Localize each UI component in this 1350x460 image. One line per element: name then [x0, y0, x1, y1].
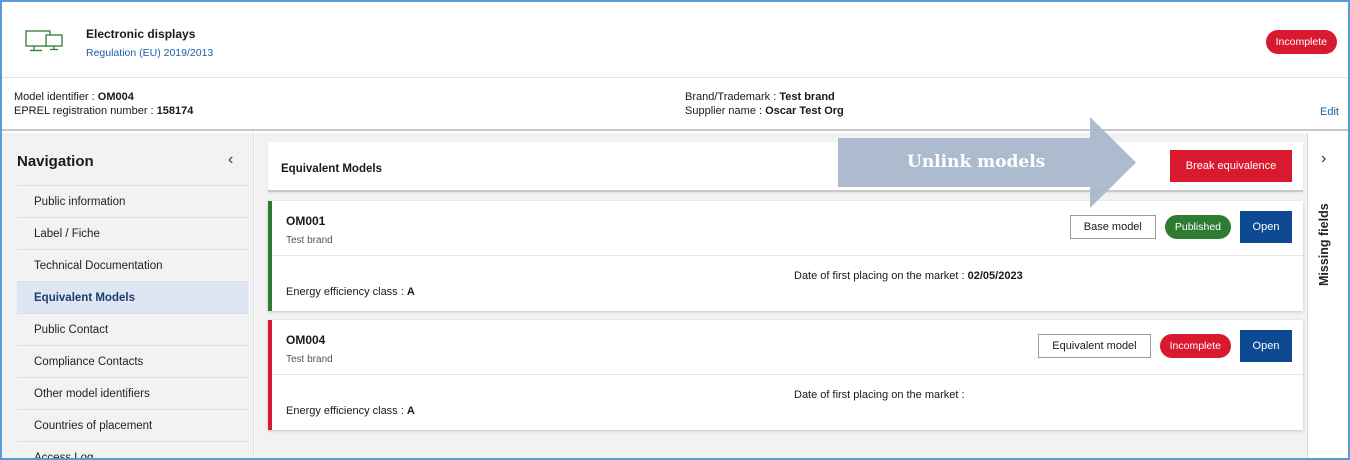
nav-item-label-fiche[interactable]: Label / Fiche [17, 217, 248, 249]
model-identifier-label: Model identifier : [14, 91, 98, 103]
nav-item-equivalent-models[interactable]: Equivalent Models [17, 281, 248, 313]
open-model-button[interactable]: Open [1240, 211, 1292, 243]
model-card-id: OM004 [286, 333, 326, 347]
model-card: OM001 Test brand Base model Published Op… [268, 201, 1303, 311]
energy-class-value: A [406, 286, 415, 298]
energy-class-label: Energy efficiency class : [286, 405, 407, 417]
chevron-right-icon[interactable]: › [1321, 150, 1326, 168]
nav-item-compliance-contacts[interactable]: Compliance Contacts [17, 345, 248, 377]
eprel-number: EPREL registration number : 158174 [14, 105, 193, 117]
eprel-value: 158174 [156, 105, 194, 117]
nav-item-technical-documentation[interactable]: Technical Documentation [17, 249, 248, 281]
model-card-brand: Test brand [286, 354, 333, 365]
placing-date-label: Date of first placing on the market : [794, 270, 968, 282]
missing-fields-label[interactable]: Missing fields [1317, 180, 1337, 290]
supplier-name: Supplier name : Oscar Test Org [685, 105, 844, 117]
model-card-actions: Equivalent model Incomplete Open [1038, 330, 1292, 362]
placing-date: Date of first placing on the market : 02… [794, 270, 1023, 282]
chevron-left-icon[interactable]: ‹ [228, 151, 233, 169]
product-title: Electronic displays [86, 27, 196, 41]
brand-label: Brand/Trademark : [685, 91, 780, 103]
product-header: Electronic displays Regulation (EU) 2019… [2, 2, 1348, 78]
model-role-tag: Equivalent model [1038, 334, 1151, 358]
panel-title: Equivalent Models [281, 163, 382, 175]
nav-item-public-contact[interactable]: Public Contact [17, 313, 248, 345]
supplier-label: Supplier name : [685, 105, 766, 117]
navigation-sidebar: Navigation ‹ Public information Label / … [2, 133, 254, 458]
energy-class: Energy efficiency class : A [286, 405, 415, 417]
navigation-list: Public information Label / Fiche Technic… [17, 185, 248, 458]
model-identifier: Model identifier : OM004 [14, 91, 134, 103]
brand-trademark: Brand/Trademark : Test brand [685, 91, 835, 103]
model-status-badge: Published [1164, 215, 1231, 239]
model-identifier-value: OM004 [97, 91, 134, 103]
regulation-link[interactable]: Regulation (EU) 2019/2013 [86, 47, 213, 59]
nav-item-countries-of-placement[interactable]: Countries of placement [17, 409, 248, 441]
nav-item-public-information[interactable]: Public information [17, 185, 248, 217]
brand-value: Test brand [779, 91, 835, 103]
edit-link[interactable]: Edit [1320, 106, 1339, 118]
app-frame: Electronic displays Regulation (EU) 2019… [0, 0, 1350, 460]
open-model-button[interactable]: Open [1240, 330, 1292, 362]
model-info-bar: Model identifier : OM004 EPREL registrat… [2, 79, 1348, 131]
model-card: OM004 Test brand Equivalent model Incomp… [268, 320, 1303, 430]
missing-fields-rail[interactable]: › Missing fields [1307, 133, 1348, 458]
main-content: Equivalent Models Break equivalence OM00… [255, 133, 1307, 458]
energy-class-label: Energy efficiency class : [286, 286, 407, 298]
monitor-icon [25, 30, 63, 52]
model-card-header: OM004 Test brand Equivalent model Incomp… [272, 320, 1303, 375]
eprel-label: EPREL registration number : [14, 105, 157, 117]
product-status-badge: Incomplete [1265, 30, 1337, 54]
energy-class: Energy efficiency class : A [286, 286, 415, 298]
model-card-header: OM001 Test brand Base model Published Op… [272, 201, 1303, 256]
supplier-value: Oscar Test Org [765, 105, 844, 117]
placing-date: Date of first placing on the market : [794, 389, 965, 401]
nav-item-other-model-identifiers[interactable]: Other model identifiers [17, 377, 248, 409]
nav-item-access-log[interactable]: Access Log [17, 441, 248, 458]
model-card-brand: Test brand [286, 235, 333, 246]
placing-date-value: 02/05/2023 [967, 270, 1023, 282]
placing-date-label: Date of first placing on the market : [794, 389, 965, 401]
model-card-id: OM001 [286, 214, 326, 228]
callout-text: Unlink models [907, 152, 1046, 172]
energy-class-value: A [406, 405, 415, 417]
navigation-title: Navigation [17, 153, 94, 170]
missing-fields-text: Missing fields [1317, 203, 1331, 286]
model-status-badge: Incomplete [1159, 334, 1231, 358]
model-card-actions: Base model Published Open [1069, 211, 1292, 243]
equivalent-models-header: Equivalent Models Break equivalence [268, 142, 1303, 192]
break-equivalence-button[interactable]: Break equivalence [1170, 150, 1292, 182]
model-role-tag: Base model [1069, 215, 1156, 239]
